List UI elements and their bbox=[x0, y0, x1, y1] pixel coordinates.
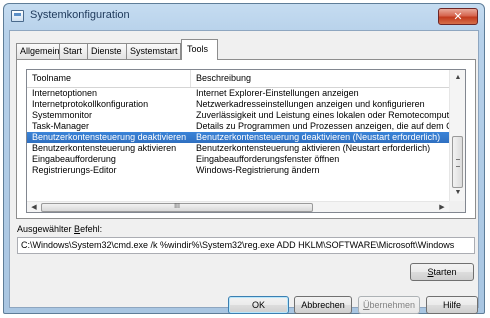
scroll-right-icon[interactable]: ▶ bbox=[435, 202, 449, 212]
help-button[interactable]: Hilfe bbox=[426, 296, 478, 314]
tool-name: Benutzerkontensteuerung deaktivieren bbox=[32, 132, 187, 142]
dialog-client: Allgemein Start Dienste Systemstart Tool… bbox=[9, 30, 479, 314]
column-header-toolname[interactable]: Toolname bbox=[27, 70, 191, 87]
list-item[interactable]: Systemmonitor Zuverlässigkeit und Leistu… bbox=[27, 110, 449, 121]
tool-name: Eingabeaufforderung bbox=[32, 154, 116, 164]
scrollbar-corner bbox=[449, 201, 465, 212]
vertical-scrollbar[interactable]: ▲ ▼ bbox=[449, 70, 465, 201]
tab-systemstart[interactable]: Systemstart bbox=[126, 43, 181, 59]
msconfig-window: Systemkonfiguration ✕ Allgemein Start Di… bbox=[3, 3, 485, 314]
tool-name: Systemmonitor bbox=[32, 110, 93, 120]
msconfig-icon bbox=[11, 10, 24, 22]
window-title: Systemkonfiguration bbox=[30, 9, 130, 21]
horizontal-scroll-thumb[interactable]: III bbox=[41, 203, 313, 212]
column-header-beschreibung[interactable]: Beschreibung bbox=[191, 70, 449, 87]
tab-allgemein[interactable]: Allgemein bbox=[16, 43, 60, 59]
start-button[interactable]: Starten bbox=[410, 263, 474, 281]
list-body: Internetoptionen Internet Explorer-Einst… bbox=[27, 88, 449, 201]
tools-tab-panel: Toolname Beschreibung ▲ Internetoptionen… bbox=[16, 59, 476, 219]
list-item[interactable]: Internetprotokollkonfiguration Netzwerka… bbox=[27, 99, 449, 110]
horizontal-scrollbar[interactable]: ◀ III ▶ bbox=[27, 201, 449, 212]
tab-start[interactable]: Start bbox=[59, 43, 88, 59]
tool-description: Details zu Programmen und Prozessen anze… bbox=[196, 121, 449, 131]
tab-dienste[interactable]: Dienste bbox=[87, 43, 127, 59]
tool-description: Windows-Registrierung ändern bbox=[196, 165, 320, 175]
list-item[interactable]: Eingabeaufforderung Eingabeaufforderungs… bbox=[27, 154, 449, 165]
selected-command-field[interactable]: C:\Windows\System32\cmd.exe /k %windir%\… bbox=[17, 237, 475, 254]
list-item-selected[interactable]: Benutzerkontensteuerung deaktivieren Ben… bbox=[27, 132, 449, 143]
list-item[interactable]: Internetoptionen Internet Explorer-Einst… bbox=[27, 88, 449, 99]
close-button[interactable]: ✕ bbox=[438, 8, 478, 25]
tool-description: Benutzerkontensteuerung aktivieren (Neus… bbox=[196, 143, 431, 153]
tool-description: Eingabeaufforderungsfenster öffnen bbox=[196, 154, 340, 164]
list-item[interactable]: Task-Manager Details zu Programmen und P… bbox=[27, 121, 449, 132]
tool-name: Internetprotokollkonfiguration bbox=[32, 99, 149, 109]
tab-tools[interactable]: Tools bbox=[181, 39, 218, 60]
title-bar[interactable]: Systemkonfiguration ✕ bbox=[4, 4, 484, 30]
tool-name: Task-Manager bbox=[32, 121, 90, 131]
list-item[interactable]: Registrierungs-Editor Windows-Registrier… bbox=[27, 165, 449, 176]
vertical-scroll-thumb[interactable] bbox=[452, 136, 463, 188]
grip-icon bbox=[456, 159, 460, 167]
ok-button[interactable]: OK bbox=[228, 296, 289, 314]
tools-listview[interactable]: Toolname Beschreibung ▲ Internetoptionen… bbox=[26, 69, 466, 213]
tool-name: Registrierungs-Editor bbox=[32, 165, 117, 175]
tool-name: Internetoptionen bbox=[32, 88, 98, 98]
tool-description: Benutzerkontensteuerung deaktivieren (Ne… bbox=[196, 132, 441, 142]
tool-description: Internet Explorer-Einstellungen anzeigen bbox=[196, 88, 359, 98]
list-header: Toolname Beschreibung bbox=[27, 70, 449, 88]
tool-name: Benutzerkontensteuerung aktivieren bbox=[32, 143, 177, 153]
scroll-left-icon[interactable]: ◀ bbox=[27, 202, 41, 212]
selected-command-label: Ausgewählter Befehl: bbox=[17, 224, 103, 234]
tool-description: Netzwerkadresseinstellungen anzeigen und… bbox=[196, 99, 425, 109]
cancel-button[interactable]: Abbrechen bbox=[294, 296, 352, 314]
tool-description: Zuverlässigkeit und Leistung eines lokal… bbox=[196, 110, 449, 120]
scroll-down-icon[interactable]: ▼ bbox=[450, 185, 465, 201]
scroll-up-icon[interactable]: ▲ bbox=[450, 70, 465, 86]
apply-button[interactable]: Übernehmen bbox=[358, 296, 420, 314]
list-item[interactable]: Benutzerkontensteuerung aktivieren Benut… bbox=[27, 143, 449, 154]
